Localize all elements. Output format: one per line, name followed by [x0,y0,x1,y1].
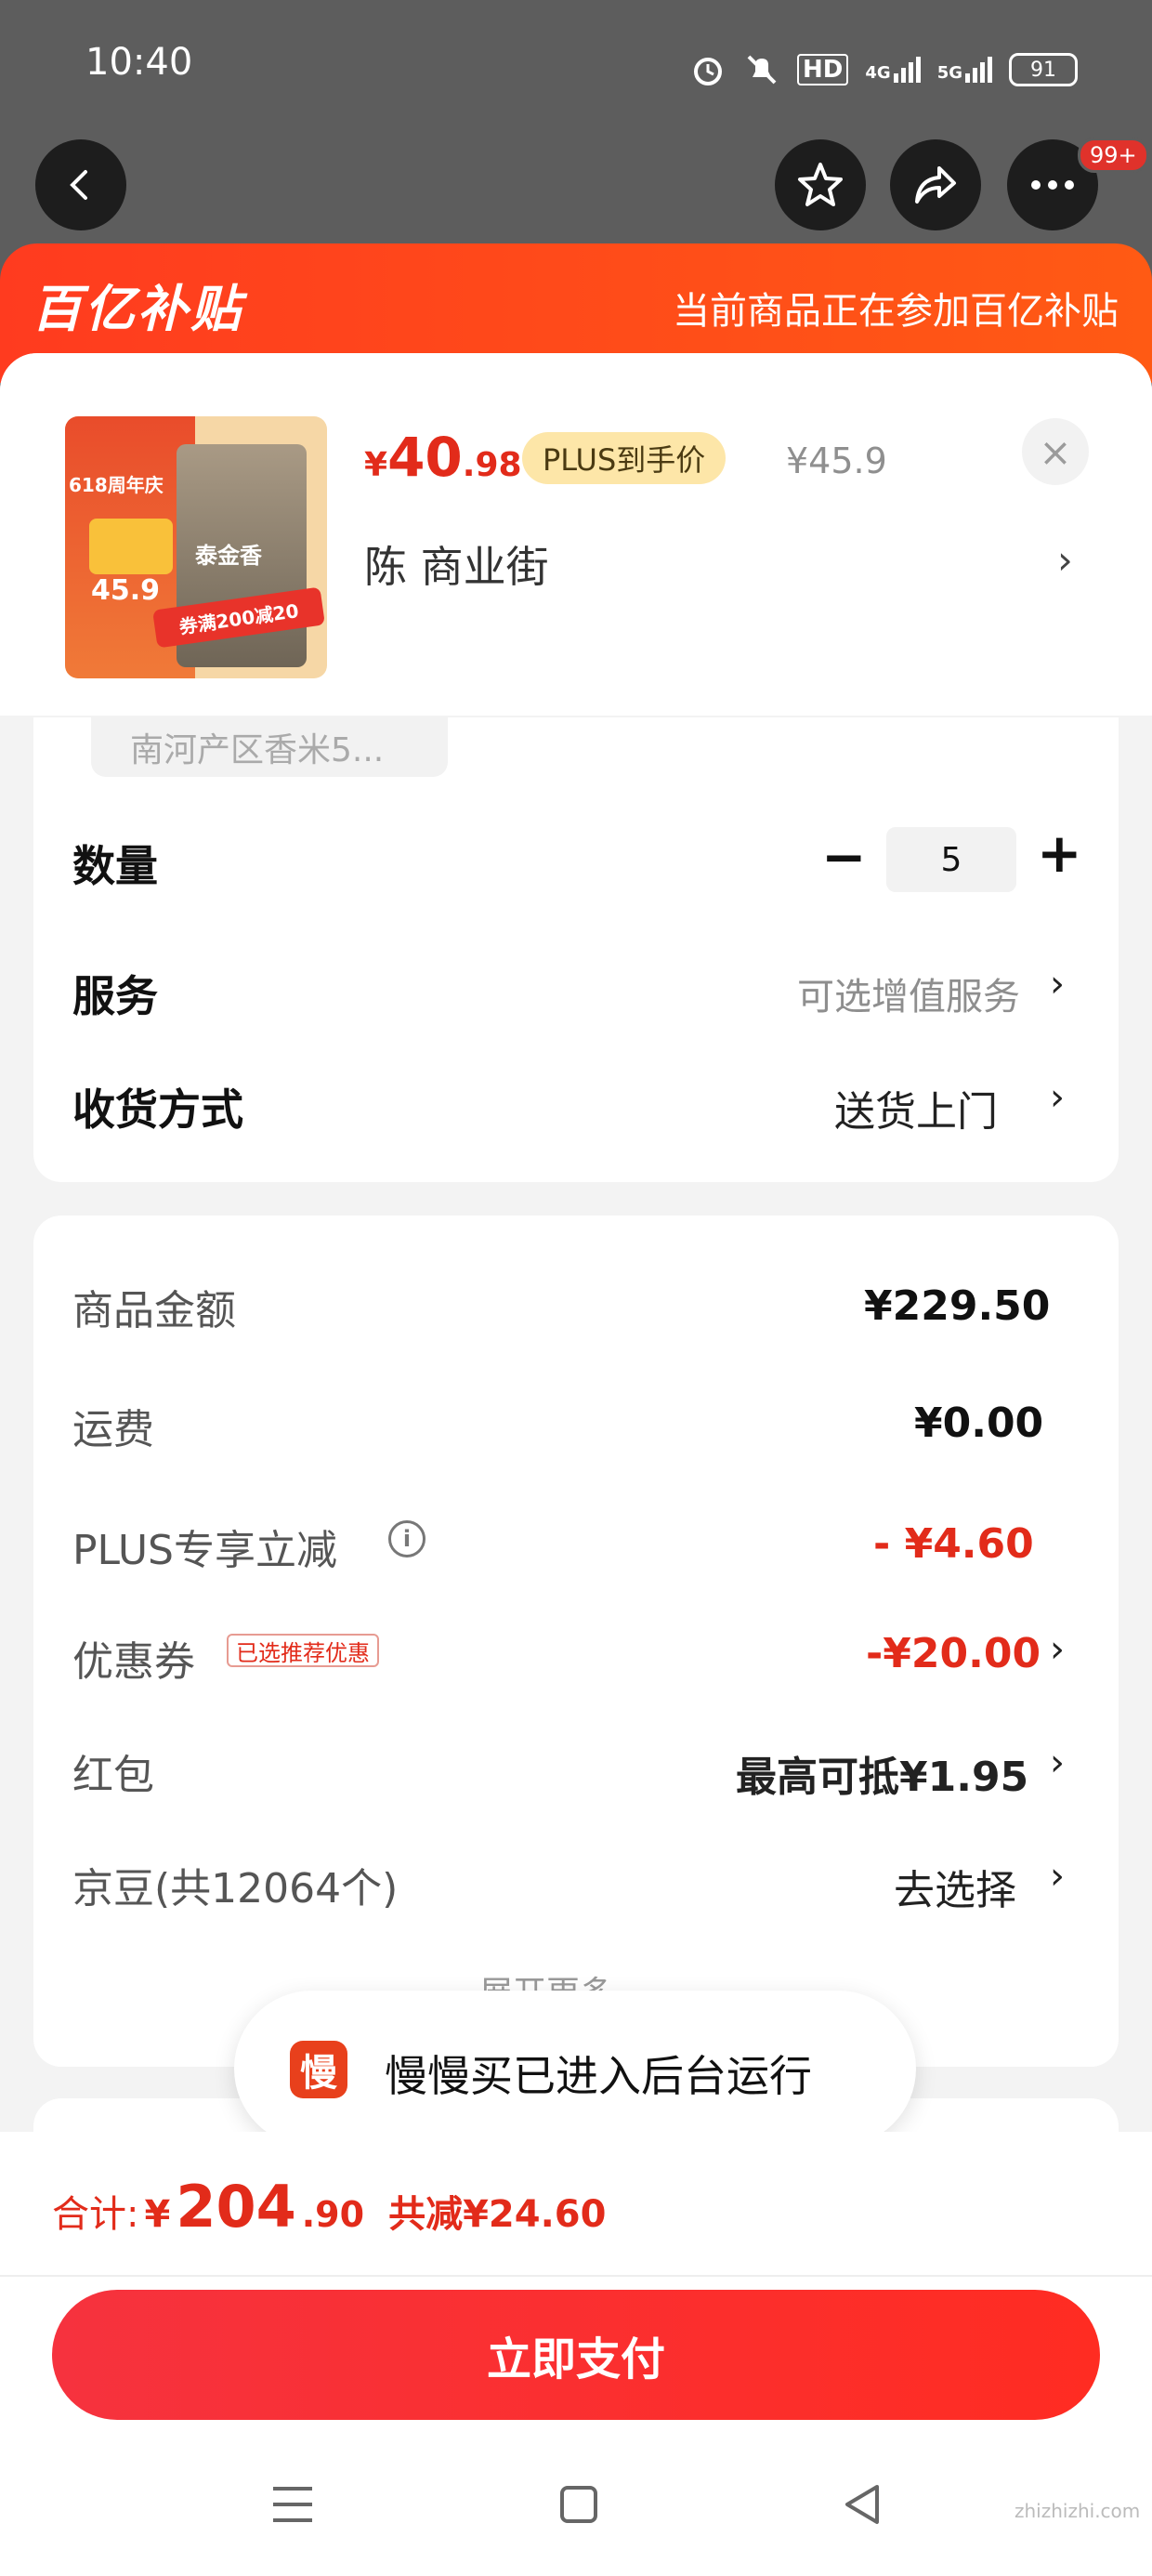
chevron-right-icon[interactable]: › [1050,1076,1065,1119]
quantity-increase-button[interactable]: + [1037,821,1082,885]
delivery-value[interactable]: 送货上门 [834,1078,998,1137]
close-button[interactable]: × [1022,418,1089,485]
goods-amount-value: ¥229.50 [864,1282,1051,1330]
service-label: 服务 [72,971,158,1021]
more-icon [1031,180,1074,190]
status-time: 10:40 [85,41,193,84]
hd-icon: HD [797,54,849,85]
chevron-right-icon[interactable]: › [1050,1628,1065,1671]
coupon-value[interactable]: -¥20.00 [866,1630,1041,1677]
chevron-right-icon[interactable]: › [1050,1741,1065,1784]
plus-discount-value: - ¥4.60 [873,1520,1034,1568]
close-icon: × [1039,428,1072,475]
total-savings: 共减¥24.60 [388,2193,607,2236]
original-price: ¥45.9 [786,440,887,481]
shipping-label: 运费 [72,1406,154,1453]
store-name[interactable]: 陈 商业街 [364,533,549,595]
jingdou-label: 京豆(共12064个) [72,1865,399,1912]
info-icon[interactable]: i [388,1520,425,1557]
product-price: ¥40.98 [364,426,522,489]
app-icon: 慢 [290,2041,347,2098]
quantity-input[interactable]: 5 [886,827,1016,892]
star-icon [798,163,843,206]
chevron-right-icon[interactable]: › [1050,963,1065,1005]
back-triangle-icon[interactable] [840,2481,883,2528]
battery-icon: 91 [1009,53,1078,86]
delivery-label: 收货方式 [72,1084,243,1135]
service-value[interactable]: 可选增值服务 [797,966,1020,1020]
shipping-value: ¥0.00 [914,1400,1044,1447]
jingdou-value[interactable]: 去选择 [894,1857,1016,1916]
plus-discount-label: PLUS专享立减 [72,1527,337,1574]
coupon-label: 优惠券 [72,1638,195,1686]
chevron-left-icon [70,170,87,200]
favorite-button[interactable] [775,139,866,230]
watermark: zhizhizhi.com [1015,2500,1141,2522]
signal-4g-icon: 4G [865,57,921,83]
quantity-label: 数量 [72,841,158,891]
message-badge: 99+ [1078,138,1149,173]
toast-text: 慢慢买已进入后台运行 [385,2051,812,2101]
subsidy-banner-text: 当前商品正在参加百亿补贴 [673,290,1119,333]
signal-5g-icon: 5G [937,57,992,83]
mute-icon [747,55,777,85]
divider [0,2275,1152,2277]
subsidy-logo: 百亿补贴 [32,280,243,338]
pay-now-button[interactable]: 立即支付 [52,2290,1100,2420]
variant-chip[interactable]: 南河产区香米5... [91,717,448,777]
product-image[interactable]: 618周年庆 45.9 泰金香 券满200减20 [65,416,327,678]
quantity-decrease-button[interactable]: − [821,825,867,888]
menu-icon[interactable] [269,2483,316,2526]
red-packet-value[interactable]: 最高可抵¥1.95 [736,1743,1028,1803]
home-icon[interactable] [557,2483,600,2526]
coupon-tag: 已选推荐优惠 [227,1634,379,1667]
chevron-right-icon[interactable]: › [1057,537,1073,583]
red-packet-label: 红包 [72,1752,154,1799]
goods-amount-label: 商品金额 [72,1287,236,1334]
alarm-icon [694,58,723,85]
chevron-right-icon[interactable]: › [1050,1855,1065,1898]
thumb-brand: 泰金香 [195,543,262,569]
total-price: 合计: ¥204.90 共减¥24.60 [52,2173,607,2241]
share-button[interactable] [890,139,981,230]
share-icon [915,166,956,204]
status-icons: HD 4G 5G 91 [689,46,1078,93]
plus-price-tag: PLUS到手价 [522,432,727,484]
back-button[interactable] [35,139,126,230]
thumb-badge: 618周年庆 [69,474,164,496]
thumb-price: 45.9 [91,574,161,607]
